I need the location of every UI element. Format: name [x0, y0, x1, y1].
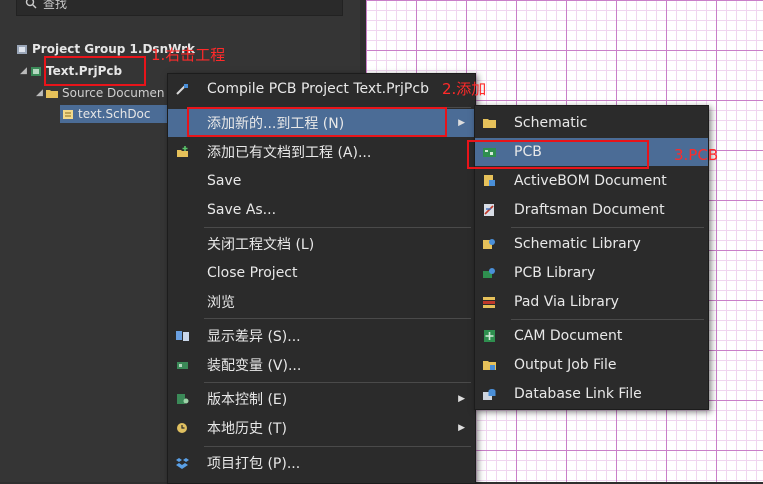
schematic-doc-icon	[63, 109, 73, 119]
annotation-step1: 1.右击工程	[151, 46, 226, 64]
menu-separator	[204, 382, 471, 383]
menu-item-close-docs[interactable]: 关闭工程文档 (L)	[168, 230, 475, 258]
compile-icon	[176, 84, 188, 95]
project-group-icon	[17, 44, 27, 54]
annotation-box-pcb	[467, 140, 649, 169]
menu-item-variants[interactable]: 装配变量 (V)...	[168, 351, 475, 379]
expand-arrow-icon[interactable]: ◢	[20, 66, 30, 76]
annotation-box-project	[44, 56, 146, 86]
submenu-item-pcb-library[interactable]: PCB Library	[475, 259, 708, 287]
submenu-item-database-link[interactable]: Database Link File	[475, 380, 708, 408]
submenu-item-pad-via-library[interactable]: Pad Via Library	[475, 288, 708, 316]
menu-item-browse[interactable]: 浏览	[168, 288, 475, 316]
menu-separator	[511, 319, 704, 320]
search-box[interactable]: 查找	[16, 0, 343, 16]
menu-separator	[204, 446, 471, 447]
tree-document[interactable]: text.SchDoc	[60, 105, 170, 123]
variant-icon	[177, 362, 188, 369]
package-icon	[176, 458, 189, 469]
outjob-icon	[483, 361, 496, 370]
submenu-item-cam-document[interactable]: CAM Document	[475, 322, 708, 350]
menu-item-add-existing[interactable]: 添加已有文档到工程 (A)...	[168, 138, 475, 166]
menu-item-version-control[interactable]: 版本控制 (E) ▶	[168, 385, 475, 413]
pcb-project-icon	[31, 66, 41, 76]
submenu-arrow-icon: ▶	[458, 423, 465, 433]
search-icon	[25, 0, 37, 9]
submenu-item-schematic[interactable]: Schematic	[475, 109, 708, 137]
submenu-item-activebom[interactable]: ActiveBOM Document	[475, 167, 708, 195]
submenu-item-output-job[interactable]: Output Job File	[475, 351, 708, 379]
cam-icon	[484, 330, 495, 342]
annotation-step2: 2.添加	[442, 80, 487, 98]
menu-item-local-history[interactable]: 本地历史 (T) ▶	[168, 414, 475, 442]
diff-icon	[176, 331, 189, 341]
folder-icon	[46, 89, 58, 98]
submenu-arrow-icon: ▶	[458, 394, 465, 404]
draftsman-icon	[484, 204, 494, 216]
menu-item-save[interactable]: Save	[168, 167, 475, 195]
add-existing-icon	[177, 146, 188, 157]
menu-item-close-project[interactable]: Close Project	[168, 259, 475, 287]
menu-item-show-diff[interactable]: 显示差异 (S)...	[168, 322, 475, 350]
menu-separator	[204, 227, 471, 228]
version-control-icon	[177, 394, 189, 404]
annotation-step3: 3.PCB	[674, 146, 719, 164]
submenu-arrow-icon: ▶	[458, 118, 465, 128]
menu-item-package[interactable]: 项目打包 (P)...	[168, 449, 475, 477]
tree-source-documents[interactable]: ◢ Source Documen	[36, 84, 165, 102]
search-placeholder: 查找	[43, 0, 68, 11]
expand-arrow-icon[interactable]: ◢	[36, 88, 46, 98]
menu-item-compile[interactable]: Compile PCB Project Text.PrjPcb	[168, 75, 475, 103]
menu-item-save-as[interactable]: Save As...	[168, 196, 475, 224]
pcblib-icon	[483, 268, 495, 278]
annotation-box-add-new	[187, 107, 447, 137]
menu-separator	[204, 318, 471, 319]
submenu-item-schematic-library[interactable]: Schematic Library	[475, 230, 708, 258]
history-icon	[177, 423, 187, 433]
dblink-icon	[483, 389, 496, 400]
schematic-icon	[483, 119, 496, 128]
document-label: text.SchDoc	[78, 107, 151, 121]
menu-separator	[511, 227, 704, 228]
bom-icon	[484, 175, 495, 186]
submenu-item-draftsman[interactable]: Draftsman Document	[475, 196, 708, 224]
padvia-icon	[483, 297, 495, 308]
folder-label: Source Documen	[62, 86, 165, 100]
schlib-icon	[483, 239, 495, 249]
